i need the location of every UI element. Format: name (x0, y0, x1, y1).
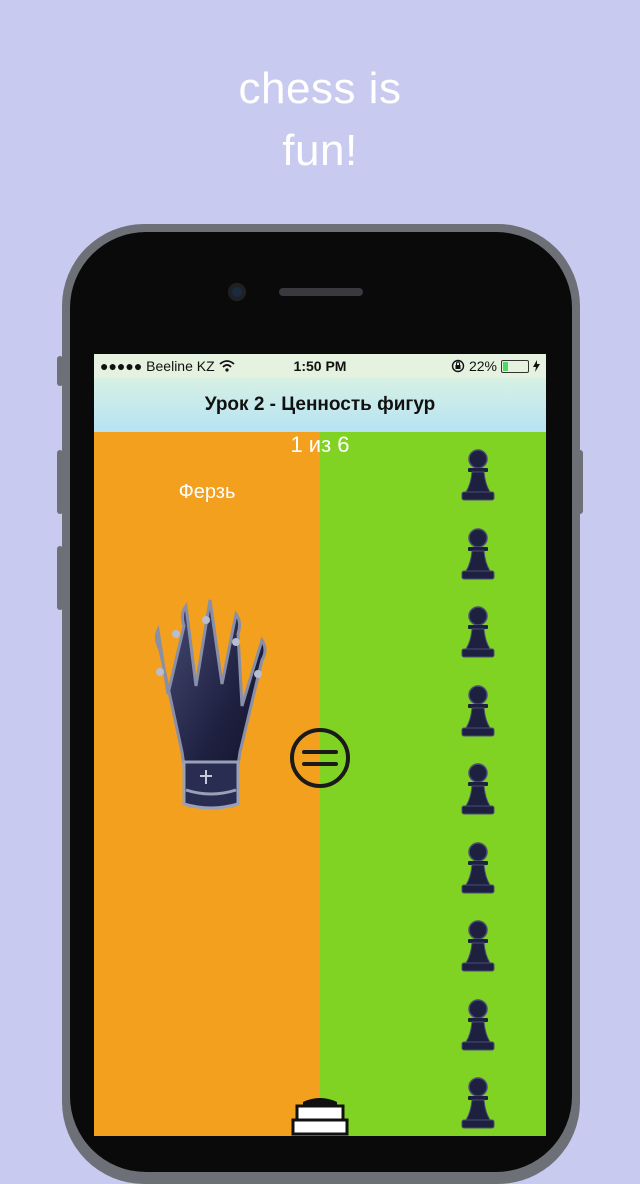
equals-icon (290, 728, 350, 788)
pawn-icon (461, 527, 495, 579)
app-screen: ●●●●● Beeline KZ 1:50 PM 22% Урок 2 - Це… (94, 354, 546, 1136)
pawn-icon (461, 1077, 495, 1129)
tagline-line-2: fun! (282, 126, 358, 175)
status-bar: ●●●●● Beeline KZ 1:50 PM 22% (94, 354, 546, 378)
tagline-line-1: chess is (238, 64, 402, 113)
navigation-bar: Урок 2 - Ценность фигур (94, 378, 546, 433)
volume-up-button (57, 450, 63, 514)
battery-percent: 22% (468, 358, 497, 374)
status-right: 22% (451, 358, 540, 374)
piece-name: Ферзь (178, 481, 236, 503)
pawn-icon (461, 684, 495, 736)
lock-rotation-icon (451, 359, 465, 373)
lesson-title: Урок 2 - Ценность фигур (204, 394, 436, 415)
volume-down-button (57, 546, 63, 610)
right-panel (320, 432, 546, 1136)
battery-icon (501, 359, 529, 373)
tagline: chess is fun! (0, 58, 640, 182)
pawn-icon (461, 920, 495, 972)
books-icon[interactable] (289, 1096, 351, 1136)
mute-switch (57, 356, 63, 386)
queen-icon[interactable] (146, 594, 272, 812)
pawn-icon (461, 841, 495, 893)
pawn-icon (461, 449, 495, 501)
earpiece-speaker (279, 288, 363, 296)
charging-icon (533, 360, 540, 372)
pawn-icon (461, 998, 495, 1050)
pawn-icon (461, 763, 495, 815)
front-camera (228, 283, 246, 301)
battery-fill (503, 361, 508, 371)
pawn-icon (461, 606, 495, 658)
power-button (577, 450, 583, 514)
